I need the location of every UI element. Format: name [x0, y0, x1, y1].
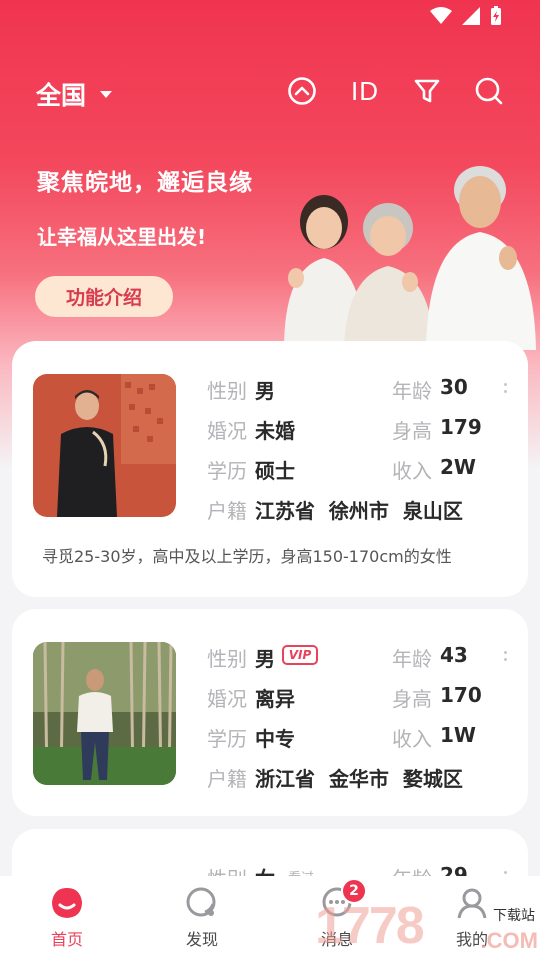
vip-badge: VIP	[282, 645, 318, 665]
age-label: 年龄	[392, 379, 432, 403]
top-bar: 全国 ID	[0, 70, 540, 116]
gender-label: 性别	[207, 379, 247, 403]
tab-home[interactable]: 首页	[27, 886, 107, 950]
marriage-label: 婚况	[207, 687, 247, 711]
tab-discover-label: 发现	[185, 930, 218, 949]
region-label: 全国	[36, 81, 87, 110]
gender-label: 性别	[207, 647, 247, 671]
profile-card[interactable]: 性别 男 VIP 年龄 43 婚况 离异 身高 170 学历 中专 收入 1W …	[12, 609, 528, 816]
more-options-icon[interactable]	[504, 383, 508, 397]
tab-discover[interactable]: 发现	[162, 886, 242, 950]
height-value: 170	[440, 683, 482, 707]
home-icon	[52, 888, 82, 918]
education-label: 学历	[207, 727, 247, 751]
battery-icon	[491, 6, 501, 25]
region-selector[interactable]: 全国	[36, 76, 113, 112]
height-label: 身高	[392, 419, 432, 443]
caret-down-icon	[100, 90, 113, 98]
watermark-number: 1778	[315, 897, 425, 955]
age-value: 30	[440, 375, 468, 399]
hometown-label: 户籍	[207, 767, 247, 791]
id-search-button[interactable]: ID	[348, 76, 382, 106]
age-label: 年龄	[392, 647, 432, 671]
education-label: 学历	[207, 459, 247, 483]
income-label: 收入	[392, 727, 432, 751]
hometown-value: 江苏省 徐州市 泉山区	[255, 499, 463, 523]
income-label: 收入	[392, 459, 432, 483]
search-icon	[475, 77, 503, 105]
chevron-up-circle-icon	[288, 77, 316, 105]
profile-photo	[33, 374, 176, 517]
profile-photo	[33, 642, 176, 785]
status-bar	[0, 0, 540, 36]
site-watermark: 1778 下载站 .COM	[315, 890, 540, 960]
height-label: 身高	[392, 687, 432, 711]
discover-icon	[186, 887, 216, 917]
banner-slogan-sub: 让幸福从这里出发!	[37, 225, 207, 249]
signal-icon	[462, 7, 480, 25]
age-value: 43	[440, 643, 468, 667]
profile-card[interactable]: 性别 男 年龄 30 婚况 未婚 身高 179 学历 硕士 收入 2W 户籍 江…	[12, 341, 528, 597]
gender-value: 男	[255, 379, 275, 403]
wifi-icon	[430, 7, 452, 24]
banner-people-image	[284, 166, 536, 350]
search-button[interactable]	[474, 76, 504, 106]
hometown-label: 户籍	[207, 499, 247, 523]
tab-home-label: 首页	[50, 930, 83, 949]
partner-requirement-text: 寻觅25-30岁，高中及以上学历，身高150-170cm的女性	[42, 547, 452, 566]
marriage-value: 离异	[255, 687, 295, 711]
height-value: 179	[440, 415, 482, 439]
education-value: 中专	[255, 727, 295, 751]
income-value: 1W	[440, 723, 476, 747]
income-value: 2W	[440, 455, 476, 479]
feature-intro-button[interactable]: 功能介绍	[35, 276, 173, 317]
more-options-icon[interactable]	[504, 651, 508, 665]
filter-button[interactable]	[412, 76, 442, 106]
education-value: 硕士	[255, 459, 295, 483]
gender-value: 男	[255, 647, 275, 671]
filter-icon	[414, 79, 440, 103]
watermark-download-text: 下载站	[490, 904, 538, 926]
marriage-label: 婚况	[207, 419, 247, 443]
hometown-value: 浙江省 金华市 婺城区	[255, 767, 463, 791]
id-label: ID	[351, 75, 379, 106]
marriage-value: 未婚	[255, 419, 295, 443]
watermark-domain: .COM	[480, 928, 538, 953]
banner-slogan-main: 聚焦皖地，邂逅良缘	[37, 170, 253, 196]
scroll-top-button[interactable]	[287, 76, 317, 106]
